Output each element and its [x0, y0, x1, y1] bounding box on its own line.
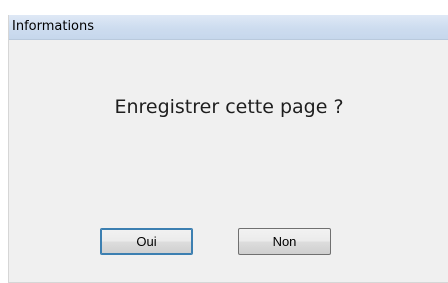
confirm-dialog: Informations Enregistrer cette page ? Ou… [8, 15, 448, 283]
dialog-title: Informations [12, 19, 95, 34]
dialog-message: Enregistrer cette page ? [114, 96, 344, 118]
dialog-titlebar[interactable]: Informations [9, 15, 448, 40]
no-button[interactable]: Non [238, 228, 331, 255]
yes-button[interactable]: Oui [100, 228, 193, 255]
